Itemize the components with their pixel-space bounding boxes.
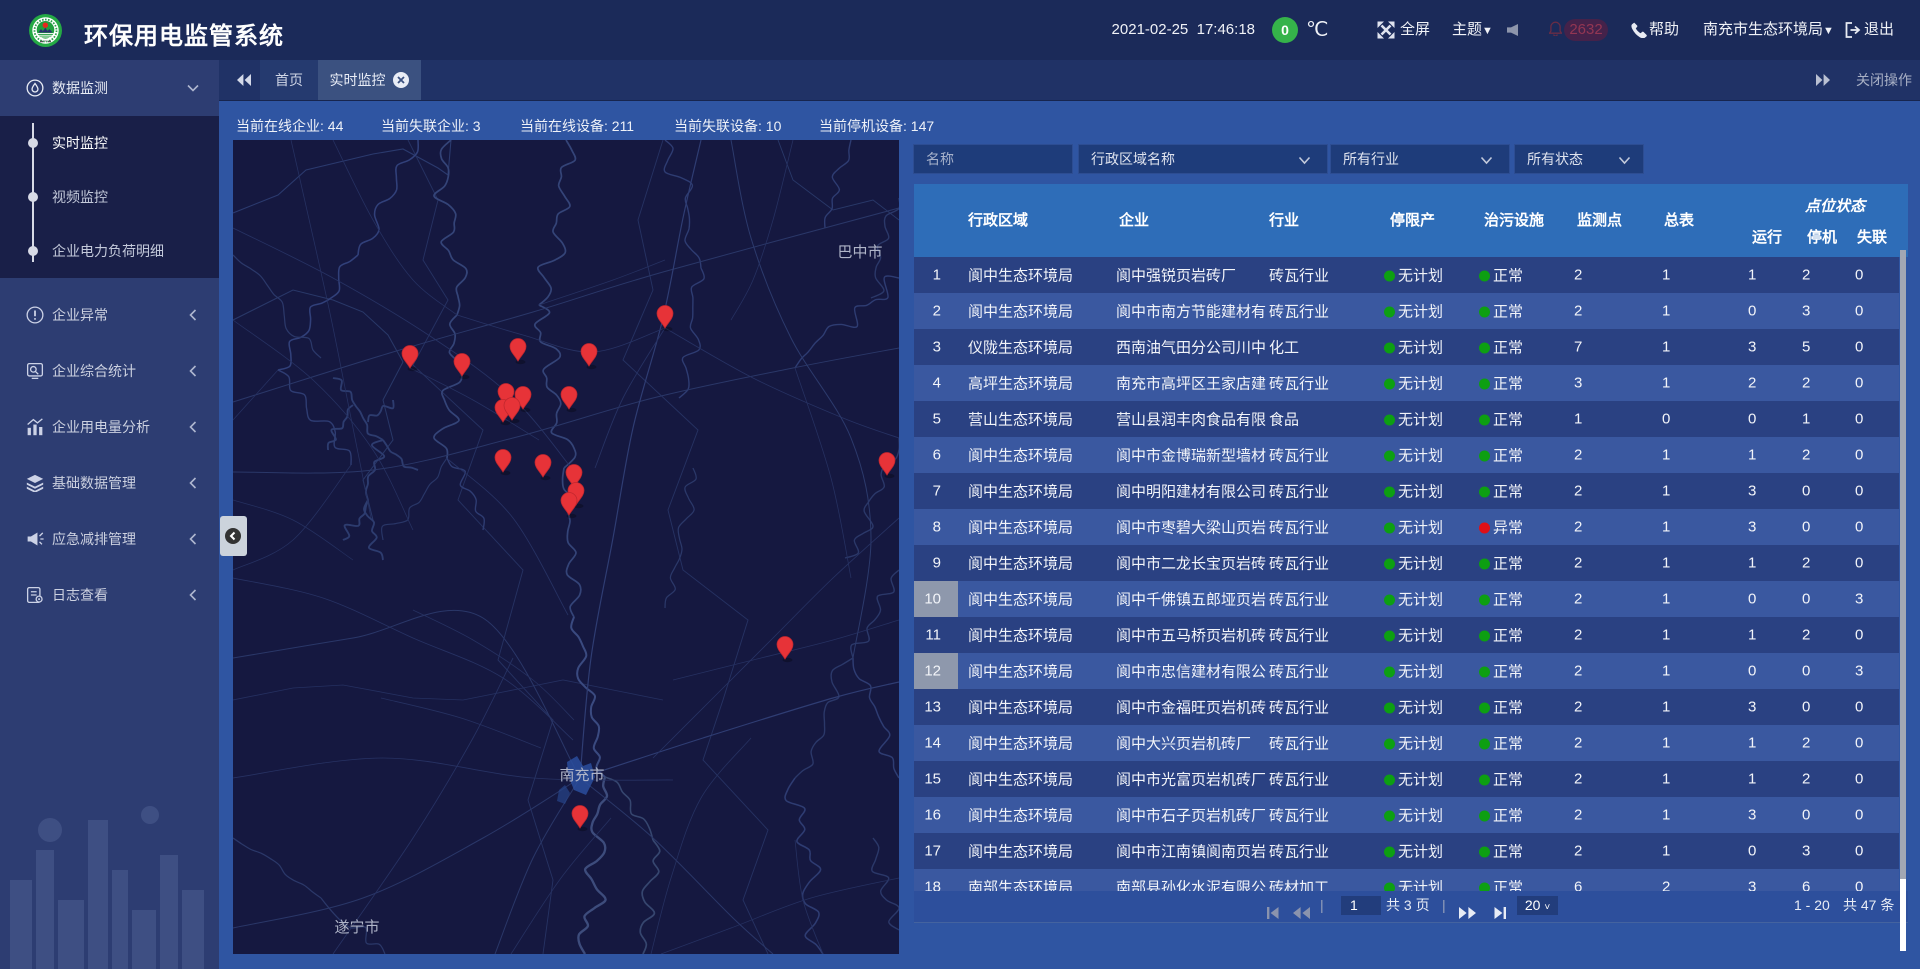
svg-text:南充市: 南充市 — [559, 767, 604, 784]
svg-text:巴中市: 巴中市 — [837, 244, 882, 261]
svg-text:遂宁市: 遂宁市 — [334, 919, 379, 936]
